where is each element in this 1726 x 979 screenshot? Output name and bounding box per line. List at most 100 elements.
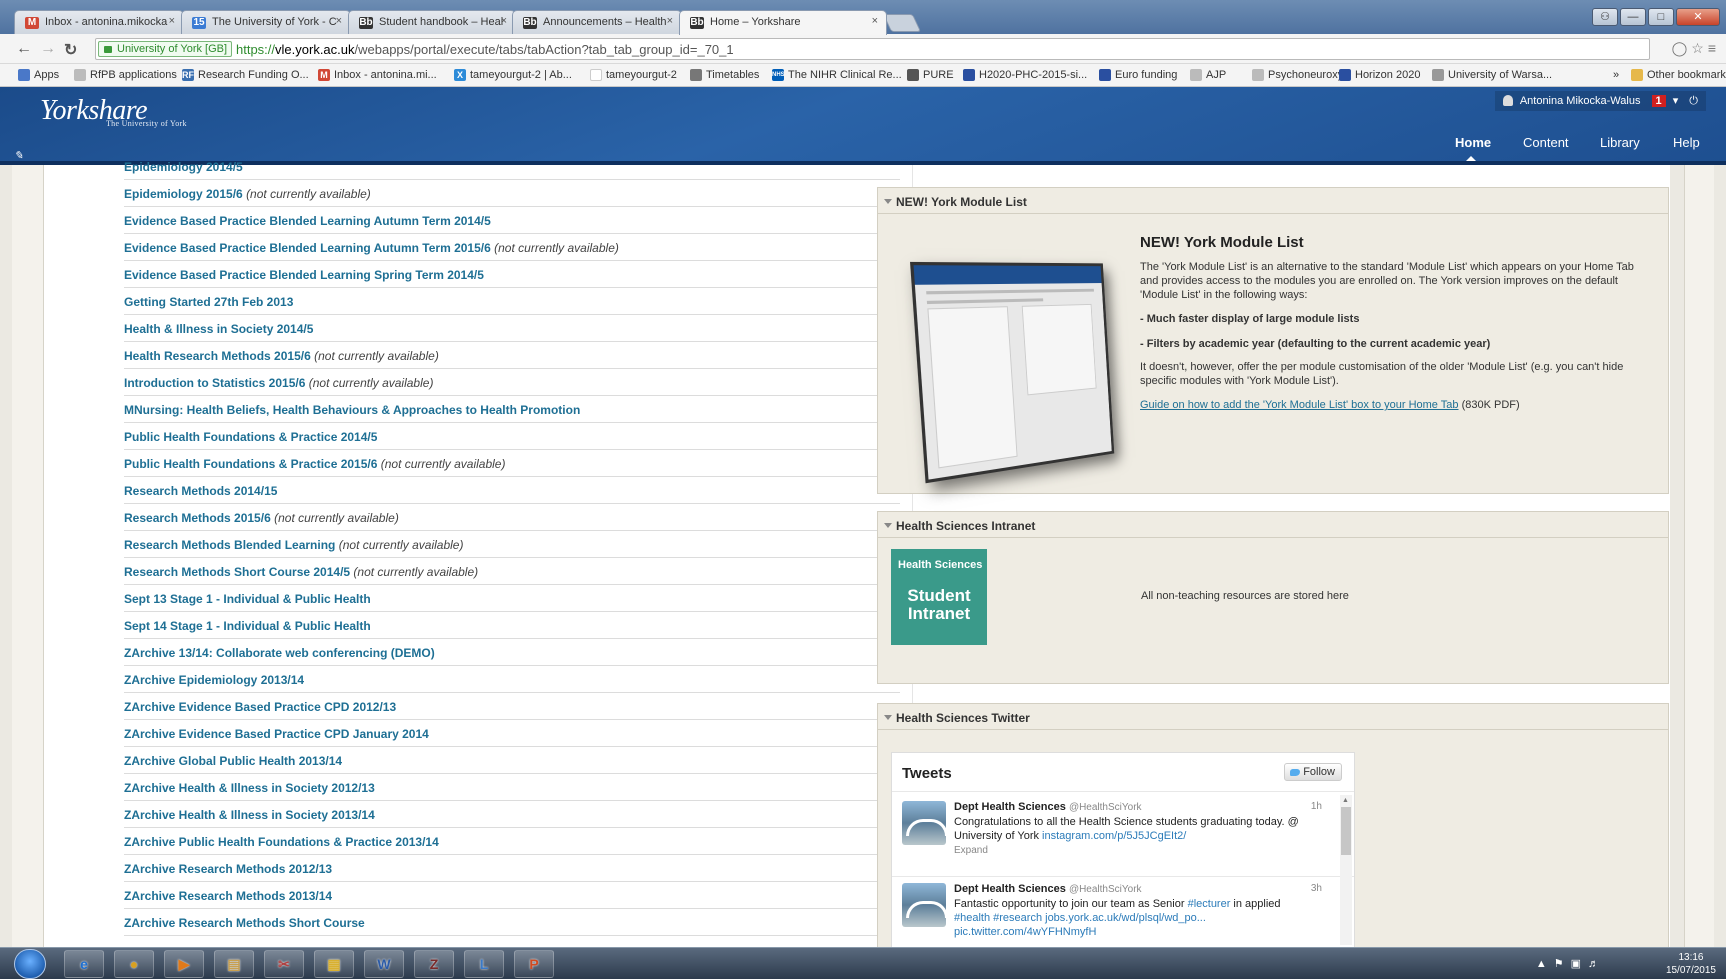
- module-link[interactable]: Research Methods 2015/6: [124, 511, 271, 525]
- word-icon[interactable]: W: [364, 950, 404, 978]
- bookmark-item[interactable]: M Inbox - antonina.mi...: [318, 69, 437, 81]
- powerpoint-icon[interactable]: P: [514, 950, 554, 978]
- bookmark-item[interactable]: Euro funding: [1099, 69, 1177, 81]
- module-link[interactable]: ZArchive Epidemiology 2013/14: [124, 673, 304, 687]
- nav-help[interactable]: Help: [1673, 135, 1700, 150]
- browser-tab[interactable]: Bb Home – Yorkshare ×: [679, 10, 887, 35]
- minimize-button[interactable]: —: [1620, 8, 1646, 26]
- follow-button[interactable]: Follow: [1284, 763, 1342, 781]
- user-menu[interactable]: Antonina Mikocka-Walus 1 ▾ ⏻: [1494, 91, 1706, 111]
- tweet-link[interactable]: pic.twitter.com/4wYFHNmyfH: [954, 926, 1096, 938]
- bookmark-item[interactable]: RfPB applications: [74, 69, 177, 81]
- module-link[interactable]: Getting Started 27th Feb 2013: [124, 295, 293, 309]
- flag-icon[interactable]: ⚑: [1554, 958, 1571, 970]
- module-link[interactable]: ZArchive Research Methods 2013/14: [124, 889, 332, 903]
- browser-tab[interactable]: Bb Announcements – Health ×: [512, 10, 682, 34]
- snipping-tool-icon[interactable]: ✂: [264, 950, 304, 978]
- module-link[interactable]: Sept 13 Stage 1 - Individual & Public He…: [124, 592, 371, 606]
- tweets-scrollbar[interactable]: ▲: [1340, 795, 1352, 945]
- bookmark-item[interactable]: tameyourgut-2: [590, 69, 677, 81]
- tweet-link[interactable]: jobs.york.ac.uk/wd/plsql/wd_po...: [1042, 912, 1206, 924]
- tweet-link[interactable]: instagram.com/p/5J5JCgEIt2/: [1042, 830, 1186, 842]
- user-profile-button[interactable]: ⚇: [1592, 8, 1618, 26]
- start-button[interactable]: [14, 949, 46, 979]
- zotero-icon[interactable]: Z: [414, 950, 454, 978]
- module-link[interactable]: ZArchive Evidence Based Practice CPD Jan…: [124, 727, 429, 741]
- nav-home[interactable]: Home: [1455, 135, 1491, 150]
- explorer-icon[interactable]: ▤: [214, 950, 254, 978]
- nav-content[interactable]: Content: [1523, 135, 1569, 150]
- media-player-icon[interactable]: ▶: [164, 950, 204, 978]
- module-link[interactable]: ZArchive Health & Illness in Society 201…: [124, 781, 375, 795]
- show-hidden-icons[interactable]: ▲: [1536, 958, 1554, 970]
- guide-link[interactable]: Guide on how to add the 'York Module Lis…: [1140, 399, 1459, 411]
- module-link[interactable]: Public Health Foundations & Practice 201…: [124, 430, 377, 444]
- module-link[interactable]: ZArchive Evidence Based Practice CPD 201…: [124, 700, 396, 714]
- folder-icon[interactable]: ▦: [314, 950, 354, 978]
- forward-arrow-icon[interactable]: →: [40, 40, 56, 58]
- module-link[interactable]: Evidence Based Practice Blended Learning…: [124, 241, 491, 255]
- new-tab-button[interactable]: [882, 14, 922, 32]
- star-icon[interactable]: ☆: [1691, 40, 1708, 56]
- url-field[interactable]: University of York [GB] https://vle.york…: [95, 38, 1650, 60]
- student-intranet-tile[interactable]: Health Sciences Student Intranet: [891, 549, 987, 645]
- close-window-button[interactable]: ✕: [1676, 8, 1720, 26]
- module-link[interactable]: Research Methods 2014/15: [124, 484, 277, 498]
- module-link[interactable]: ZArchive 13/14: Collaborate web conferen…: [124, 646, 435, 660]
- clock[interactable]: 13:16 15/07/2015: [1666, 951, 1716, 977]
- close-icon[interactable]: ×: [336, 15, 342, 27]
- bookmark-item[interactable]: University of Warsa...: [1432, 69, 1552, 81]
- tweet-handle[interactable]: @HealthSciYork: [1069, 884, 1142, 895]
- close-icon[interactable]: ×: [667, 15, 673, 27]
- tweet-time[interactable]: 1h: [1311, 801, 1322, 812]
- tweet-author[interactable]: Dept Health Sciences: [954, 801, 1066, 813]
- module-link[interactable]: ZArchive Health & Illness in Society 201…: [124, 808, 375, 822]
- bookmark-item[interactable]: Timetables: [690, 69, 759, 81]
- reload-icon[interactable]: ↻: [64, 40, 77, 60]
- module-link[interactable]: MNursing: Health Beliefs, Health Behavio…: [124, 403, 580, 417]
- bookmark-item[interactable]: Xtameyourgut-2 | Ab...: [454, 69, 572, 81]
- panel-header[interactable]: Health Sciences Twitter: [878, 704, 1668, 730]
- module-link[interactable]: Epidemiology 2014/5: [124, 160, 243, 174]
- module-link[interactable]: Research Methods Short Course 2014/5: [124, 565, 350, 579]
- bookmark-item[interactable]: RF Research Funding O...: [182, 69, 309, 81]
- shield-icon[interactable]: ◯: [1672, 40, 1692, 56]
- module-link[interactable]: ZArchive Public Health Foundations & Pra…: [124, 835, 439, 849]
- other-bookmarks[interactable]: Other bookmarks: [1631, 69, 1726, 81]
- bookmarks-more-button[interactable]: »: [1613, 69, 1619, 81]
- module-link[interactable]: ZArchive Research Methods Short Course: [124, 916, 365, 930]
- close-icon[interactable]: ×: [501, 15, 507, 27]
- bookmark-item[interactable]: Psychoneuroxy: [1252, 69, 1343, 81]
- menu-icon[interactable]: ≡: [1708, 40, 1720, 56]
- module-link[interactable]: ZArchive Research Methods 2012/13: [124, 862, 332, 876]
- module-link[interactable]: ZArchive Global Public Health 2013/14: [124, 754, 342, 768]
- edit-mode-icon[interactable]: ✎: [14, 149, 23, 162]
- bookmark-item[interactable]: Horizon 2020: [1339, 69, 1420, 81]
- browser-tab[interactable]: 15 The University of York - C ×: [181, 10, 351, 34]
- module-link[interactable]: Evidence Based Practice Blended Learning…: [124, 268, 484, 282]
- lync-icon[interactable]: L: [464, 950, 504, 978]
- security-indicator[interactable]: University of York [GB]: [98, 41, 233, 57]
- maximize-button[interactable]: □: [1648, 8, 1674, 26]
- volume-icon[interactable]: ♬: [1588, 958, 1606, 970]
- chrome-icon[interactable]: ●: [114, 950, 154, 978]
- module-link[interactable]: Evidence Based Practice Blended Learning…: [124, 214, 491, 228]
- browser-tab[interactable]: Bb Student handbook – Heal ×: [348, 10, 516, 34]
- chevron-down-icon[interactable]: ▾: [1673, 95, 1679, 107]
- browser-tab[interactable]: M Inbox - antonina.mikocka ×: [14, 10, 184, 34]
- bookmark-item[interactable]: AJP: [1190, 69, 1226, 81]
- close-icon[interactable]: ×: [169, 15, 175, 27]
- module-link[interactable]: Public Health Foundations & Practice 201…: [124, 457, 377, 471]
- module-link[interactable]: Health Research Methods 2015/6: [124, 349, 311, 363]
- panel-header[interactable]: NEW! York Module List: [878, 188, 1668, 214]
- back-arrow-icon[interactable]: ←: [16, 40, 32, 58]
- close-icon[interactable]: ×: [872, 15, 878, 27]
- tweet-expand[interactable]: Expand: [954, 845, 988, 856]
- power-icon[interactable]: ⏻: [1689, 95, 1698, 107]
- module-link[interactable]: Sept 14 Stage 1 - Individual & Public He…: [124, 619, 371, 633]
- bookmark-item[interactable]: PURE: [907, 69, 954, 81]
- tweet-author[interactable]: Dept Health Sciences: [954, 883, 1066, 895]
- panel-header[interactable]: Health Sciences Intranet: [878, 512, 1668, 538]
- avatar[interactable]: [902, 801, 948, 845]
- ie-icon[interactable]: e: [64, 950, 104, 978]
